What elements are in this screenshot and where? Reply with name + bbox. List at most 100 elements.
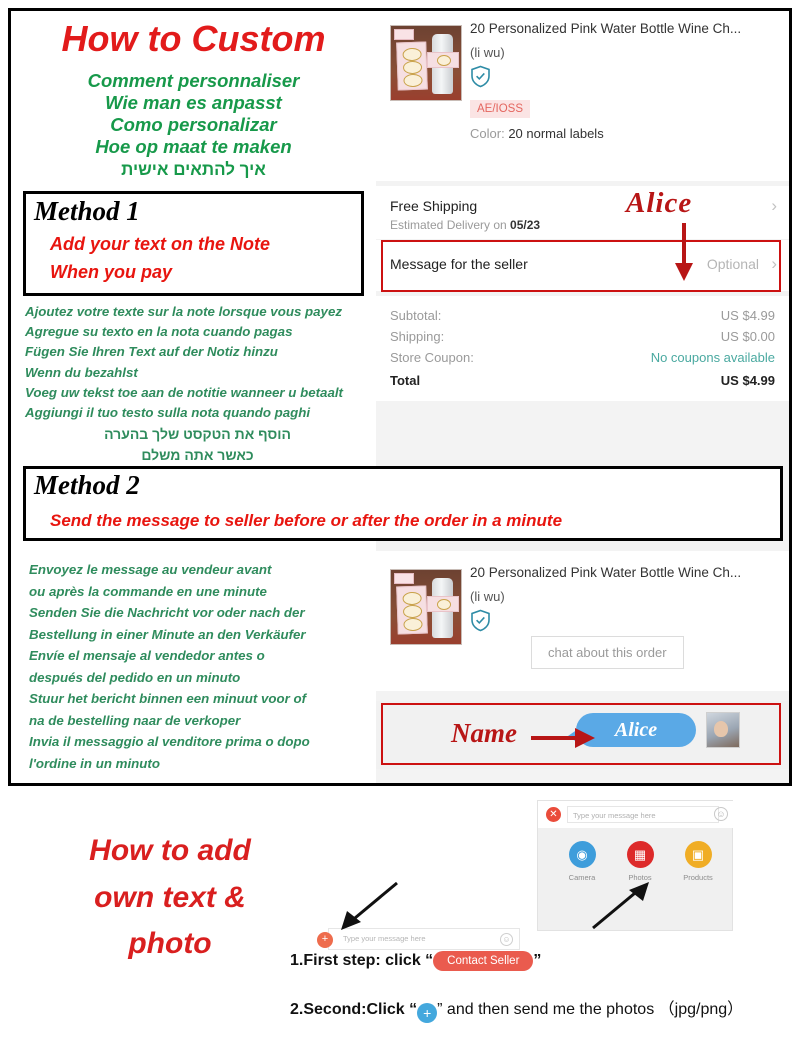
order-app-screenshot: 20 Personalized Pink Water Bottle Wine C… <box>376 11 789 783</box>
ae-ioss-badge: AE/IOSS <box>470 99 531 118</box>
header-subtitle-fr: Comment personnaliser <box>87 70 300 91</box>
step-2-suffix: ” and then send me the photos （jpg/png） <box>437 1001 744 1018</box>
bottom-heading-line-1: How to add <box>89 834 251 867</box>
m1-trans-he-1: הוסף את הטקסט שלך בהערה <box>104 426 291 443</box>
left-instruction-column: How to Custom Comment personnaliser Wie … <box>11 11 376 783</box>
step-1-suffix: ” <box>533 952 542 969</box>
annotation-name-label: Name <box>451 718 517 748</box>
attachment-products-label: Products <box>683 873 713 882</box>
annotation-arrow-down-icon <box>675 223 693 281</box>
chat-attachment-options: ◉ Camera ▦ Photos ▣ Products <box>538 841 734 882</box>
shipping-title: Free Shipping <box>390 198 478 214</box>
chat-product-title: 20 Personalized Pink Water Bottle Wine C… <box>470 565 742 580</box>
summary-value[interactable]: No coupons available <box>651 350 775 365</box>
close-icon[interactable]: ✕ <box>546 807 561 822</box>
m1-trans-es: Agregue su texto en la nota cuando pagas <box>25 324 293 340</box>
order-product-card: 20 Personalized Pink Water Bottle Wine C… <box>376 11 789 181</box>
chat-input-bar: ✕ Type your message here ☺ <box>538 801 734 828</box>
shipping-estimate: Estimated Delivery on 05/23 <box>390 218 777 232</box>
attachment-products[interactable]: ▣ Products <box>678 841 718 882</box>
method-1-line-2: When you pay <box>50 262 173 282</box>
chat-product-row: 20 Personalized Pink Water Bottle Wine C… <box>376 551 789 669</box>
header-subtitle-de: Wie man es anpasst <box>105 92 282 113</box>
summary-row-shipping: Shipping: US $0.00 <box>376 326 789 347</box>
summary-label: Shipping: <box>390 329 445 344</box>
product-seller: (li wu) <box>470 44 505 60</box>
m1-trans-he-2: כאשר אתה משלם <box>141 447 254 464</box>
summary-row-subtotal: Subtotal: US $4.99 <box>376 305 789 326</box>
products-icon[interactable]: ▣ <box>684 841 712 868</box>
product-title: 20 Personalized Pink Water Bottle Wine C… <box>470 21 742 36</box>
pointer-arrow-to-photos-icon <box>592 882 649 930</box>
bottom-heading-line-3: photo <box>128 927 212 960</box>
message-optional-text: Optional <box>706 256 759 272</box>
emoji-icon[interactable]: ☺ <box>714 807 728 821</box>
m1-trans-fr: Ajoutez votre texte sur la note lorsque … <box>25 304 342 319</box>
method-2-line-1: Send the message to seller before or aft… <box>50 511 563 530</box>
chat-order-card: 20 Personalized Pink Water Bottle Wine C… <box>376 551 789 691</box>
order-summary-card: Subtotal: US $4.99 Shipping: US $0.00 St… <box>376 296 789 401</box>
step-1-line: 1.First step: click “Contact Seller” <box>290 951 542 972</box>
summary-value: US $4.99 <box>720 373 775 388</box>
chevron-right-icon[interactable]: › <box>771 254 777 274</box>
emoji-icon[interactable]: ☺ <box>500 933 513 946</box>
m2-trans-it-1: Invia il messaggio al venditore prima o … <box>29 734 310 750</box>
header-subtitle-nl: Hoe op maat te maken <box>95 136 292 157</box>
m2-trans-de-1: Senden Sie die Nachricht vor oder nach d… <box>29 605 305 621</box>
main-instruction-panel: How to Custom Comment personnaliser Wie … <box>8 8 792 786</box>
verified-shield-icon <box>470 65 777 93</box>
pointer-arrow-to-plus-icon <box>341 881 398 930</box>
attachment-camera[interactable]: ◉ Camera <box>562 841 602 882</box>
method-2-translations: Envoyez le message au vendeur avant ou a… <box>29 559 310 774</box>
bottom-heading-line-2: own text & <box>94 880 246 914</box>
product-color-value: 20 normal labels <box>508 125 604 141</box>
method-1-label: Method 1 <box>34 196 140 226</box>
chat-message-input[interactable]: Type your message here <box>567 806 719 823</box>
m2-trans-es-2: después del pedido en un minuto <box>29 669 241 685</box>
bottom-heading: How to add own text & photo <box>40 828 300 968</box>
page-title: How to Custom <box>61 18 326 59</box>
step-1-prefix: 1.First step: click “ <box>290 952 434 969</box>
attachment-photos[interactable]: ▦ Photos <box>620 841 660 882</box>
annotation-alice-label: Alice <box>626 187 693 219</box>
method-1-box: Method 1 Add your text on the Note When … <box>23 191 364 296</box>
product-thumbnail <box>390 25 462 101</box>
m1-trans-it: Aggiungi il tuo testo sulla nota quando … <box>25 405 311 421</box>
shipping-row[interactable]: Free Shipping Estimated Delivery on 05/2… <box>376 186 789 239</box>
summary-row-total: Total US $4.99 <box>376 370 789 391</box>
message-for-seller-row[interactable]: Message for the seller Optional › <box>376 240 789 291</box>
m1-trans-nl: Voeg uw tekst toe aan de notitie wanneer… <box>25 384 343 400</box>
avatar <box>706 712 740 748</box>
contact-seller-button[interactable]: Contact Seller <box>433 951 534 971</box>
summary-value: US $0.00 <box>720 329 775 344</box>
mini-chat-placeholder[interactable]: Type your message here <box>343 934 426 943</box>
annotation-arrow-right-icon <box>531 728 595 748</box>
summary-value: US $4.99 <box>720 308 775 323</box>
step-2-prefix: 2.Second:Click “ <box>290 1001 418 1018</box>
product-color-label: Color: <box>470 125 505 141</box>
shipping-estimate-prefix: Estimated Delivery on <box>390 218 511 232</box>
m2-trans-it-2: l'ordine in un minuto <box>29 755 160 771</box>
summary-label: Store Coupon: <box>390 350 474 365</box>
summary-row-store-coupon[interactable]: Store Coupon: No coupons available <box>376 347 789 368</box>
step-2-line: 2.Second:Click “+” and then send me the … <box>290 995 744 1023</box>
shipping-estimate-date: 05/23 <box>510 218 541 232</box>
plus-icon[interactable]: + <box>317 932 333 948</box>
m2-trans-es-1: Envíe el mensaje al vendedor antes o <box>29 648 265 664</box>
header-subtitle-he: איך להתאים אישית <box>121 160 266 179</box>
summary-label: Subtotal: <box>390 308 442 323</box>
chat-about-this-order-button[interactable]: chat about this order <box>531 636 684 669</box>
method-1-line-1: Add your text on the Note <box>50 234 270 254</box>
photos-icon[interactable]: ▦ <box>626 841 654 868</box>
method-1-translations: Ajoutez votre texte sur la note lorsque … <box>25 302 370 467</box>
chevron-right-icon[interactable]: › <box>771 196 777 216</box>
chat-product-seller: (li wu) <box>470 588 505 604</box>
m1-trans-de-2: Wenn du bezahlst <box>25 364 138 380</box>
camera-icon[interactable]: ◉ <box>568 841 596 868</box>
method-2-label: Method 2 <box>34 470 140 500</box>
m2-trans-de-2: Bestellung in einer Minute an den Verkäu… <box>29 626 306 642</box>
m2-trans-nl-2: na de bestelling naar de verkoper <box>29 712 241 728</box>
verified-shield-icon <box>470 609 777 637</box>
m2-trans-fr-1: Envoyez le message au vendeur avant <box>29 562 272 577</box>
header-subtitle-es: Como personalizar <box>110 114 277 135</box>
